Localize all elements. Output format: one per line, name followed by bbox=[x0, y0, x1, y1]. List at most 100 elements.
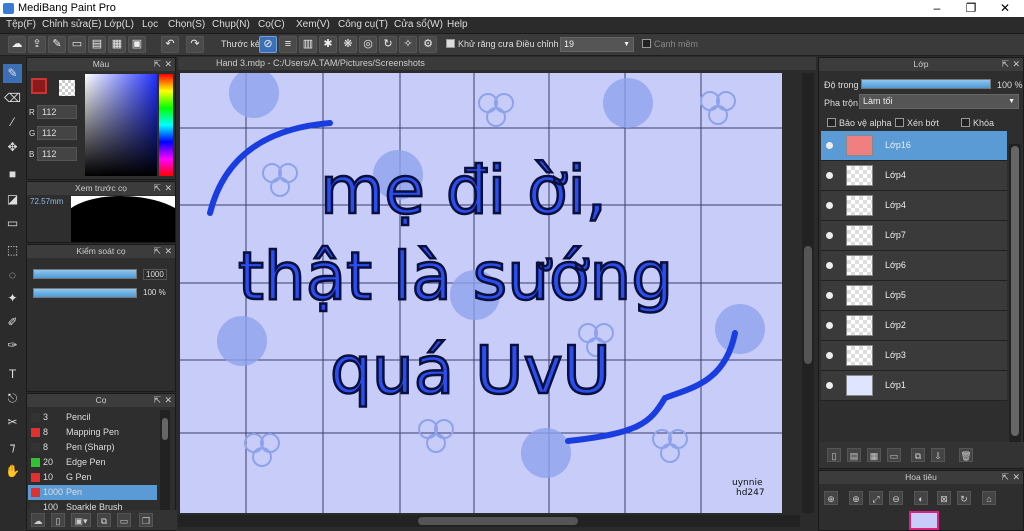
correction-select[interactable]: 19 ▼ bbox=[560, 37, 634, 52]
menu-brush[interactable]: Cọ(C) bbox=[258, 19, 285, 30]
navigator-thumbnail[interactable] bbox=[909, 511, 939, 530]
tiles-icon[interactable]: ▣ bbox=[128, 36, 146, 53]
layer-scroll-thumb[interactable] bbox=[1011, 146, 1019, 436]
brush-size-slider[interactable] bbox=[33, 269, 137, 279]
gradient-tool-icon[interactable]: ▭ bbox=[3, 214, 22, 233]
close-button[interactable]: ✕ bbox=[988, 0, 1022, 17]
add-brush-icon[interactable]: ▣▾ bbox=[71, 513, 91, 527]
popout-icon[interactable]: ⇱ bbox=[153, 245, 161, 258]
protect-alpha-checkbox[interactable] bbox=[827, 118, 836, 127]
close-icon[interactable]: ✕ bbox=[164, 245, 172, 258]
brush-tool-icon[interactable]: ✎ bbox=[3, 64, 22, 83]
close-icon[interactable]: ✕ bbox=[1012, 471, 1020, 484]
hand-tool-icon[interactable]: ✋ bbox=[3, 462, 22, 481]
select-tool-icon[interactable]: ⬚ bbox=[3, 241, 22, 260]
eye-icon[interactable] bbox=[826, 142, 833, 149]
radial-line-icon[interactable]: ❋ bbox=[339, 36, 357, 53]
green-input[interactable]: 112 bbox=[37, 126, 77, 140]
divide-tool-icon[interactable]: ✂ bbox=[3, 413, 22, 432]
canvas-horizontal-scrollbar[interactable] bbox=[178, 515, 800, 527]
close-icon[interactable]: ✕ bbox=[164, 182, 172, 195]
menu-window[interactable]: Cửa sổ(W) bbox=[394, 19, 443, 30]
select-pen-icon[interactable]: ✐ bbox=[3, 313, 22, 332]
upload-icon[interactable]: ⇪ bbox=[28, 36, 46, 53]
layer-row[interactable]: Lớp3 bbox=[821, 341, 1007, 371]
dot-tool-icon[interactable]: ⁄ bbox=[3, 113, 22, 132]
new-8bit-layer-icon[interactable]: ▦ bbox=[867, 448, 881, 462]
layer-row[interactable]: Lớp5 bbox=[821, 281, 1007, 311]
reset-icon[interactable]: ⌂ bbox=[982, 491, 996, 505]
popout-icon[interactable]: ⇱ bbox=[153, 58, 161, 71]
eye-icon[interactable] bbox=[826, 232, 833, 239]
curve-ruler-icon[interactable]: ↻ bbox=[379, 36, 397, 53]
antialias-checkbox[interactable] bbox=[446, 39, 455, 48]
menu-filter[interactable]: Lọc bbox=[142, 19, 158, 30]
parallel-ruler-icon[interactable]: ≡ bbox=[279, 36, 297, 53]
eye-icon[interactable] bbox=[826, 352, 833, 359]
brush-size-value[interactable]: 1000 bbox=[143, 269, 167, 280]
artwork-canvas[interactable]: mẹ đi ời, thật là sướng quá UvU uynnie h… bbox=[180, 73, 782, 513]
no-ruler-icon[interactable]: ⊘ bbox=[259, 36, 277, 53]
grid-icon[interactable]: ▦ bbox=[108, 36, 126, 53]
brush-list-scrollbar[interactable] bbox=[160, 410, 170, 510]
brush-list-scroll-thumb[interactable] bbox=[162, 418, 168, 440]
eye-icon[interactable] bbox=[826, 322, 833, 329]
horizontal-scroll-thumb[interactable] bbox=[418, 517, 578, 525]
radial-ruler-icon[interactable]: ✱ bbox=[319, 36, 337, 53]
select-eraser-icon[interactable]: ✑ bbox=[3, 336, 22, 355]
comment-icon[interactable]: ✎ bbox=[48, 36, 66, 53]
brush-list-item[interactable]: 10 G Pen bbox=[28, 470, 157, 485]
zoom-in-2-icon[interactable]: ⊕ bbox=[849, 491, 863, 505]
menu-layer[interactable]: Lớp(L) bbox=[104, 19, 134, 30]
duplicate-brush-icon[interactable]: ⧉ bbox=[97, 513, 111, 527]
perspective-icon[interactable]: ✧ bbox=[399, 36, 417, 53]
maximize-button[interactable]: ❐ bbox=[954, 0, 988, 17]
popout-icon[interactable]: ⇱ bbox=[1001, 471, 1009, 484]
settings-icon[interactable]: ⚙ bbox=[419, 36, 437, 53]
cloud-brush-icon[interactable]: ☁ bbox=[31, 513, 45, 527]
zoom-fit-icon[interactable]: ⤢ bbox=[869, 491, 883, 505]
fit-window-icon[interactable]: ⊠ bbox=[937, 491, 951, 505]
eraser-tool-icon[interactable]: ⌫ bbox=[3, 89, 22, 108]
brush-list-item[interactable]: 1000 Pen bbox=[28, 485, 157, 500]
move-tool-icon[interactable]: ✥ bbox=[3, 138, 22, 157]
soft-edge-checkbox[interactable] bbox=[642, 39, 651, 48]
layer-list-scrollbar[interactable] bbox=[1009, 144, 1021, 444]
flip-icon[interactable]: ◐ bbox=[914, 491, 928, 505]
close-icon[interactable]: ✕ bbox=[164, 58, 172, 71]
eye-icon[interactable] bbox=[826, 172, 833, 179]
brush-list-item[interactable]: 20 Edge Pen bbox=[28, 455, 157, 470]
layer-row[interactable]: Lớp2 bbox=[821, 311, 1007, 341]
layer-row[interactable]: Lớp4 bbox=[821, 161, 1007, 191]
rotate-icon[interactable]: ↻ bbox=[957, 491, 971, 505]
operation-tool-icon[interactable]: ⎋ bbox=[3, 389, 22, 408]
eye-icon[interactable] bbox=[826, 202, 833, 209]
layer-row[interactable]: Lớp7 bbox=[821, 221, 1007, 251]
popout-icon[interactable]: ⇱ bbox=[1001, 58, 1009, 71]
eye-icon[interactable] bbox=[826, 262, 833, 269]
new-layer-icon[interactable]: ▯ bbox=[827, 448, 841, 462]
blue-input[interactable]: 112 bbox=[37, 147, 77, 161]
folder-icon[interactable]: ▭ bbox=[887, 448, 901, 462]
close-icon[interactable]: ✕ bbox=[164, 394, 172, 407]
menu-snap[interactable]: Chụp(N) bbox=[212, 19, 250, 30]
close-icon[interactable]: ✕ bbox=[1012, 58, 1020, 71]
new-halftone-layer-icon[interactable]: ▤ bbox=[847, 448, 861, 462]
menu-help[interactable]: Help bbox=[447, 19, 468, 30]
undo-icon[interactable]: ↶ bbox=[161, 36, 179, 53]
cross-ruler-icon[interactable]: ▥ bbox=[299, 36, 317, 53]
brush-list-item[interactable]: 3 Pencil bbox=[28, 410, 157, 425]
layer-row[interactable]: Lớp4 bbox=[821, 191, 1007, 221]
vertical-scroll-thumb[interactable] bbox=[804, 246, 812, 364]
menu-file[interactable]: Tệp(F) bbox=[6, 19, 36, 30]
brush-opacity-slider[interactable] bbox=[33, 288, 137, 298]
red-input[interactable]: 112 bbox=[37, 105, 77, 119]
lock-checkbox[interactable] bbox=[961, 118, 970, 127]
menu-view[interactable]: Xem(V) bbox=[296, 19, 330, 30]
redo-icon[interactable]: ↷ bbox=[186, 36, 204, 53]
layer-row[interactable]: Lớp1 bbox=[821, 371, 1007, 401]
fill-tool-icon[interactable]: ◪ bbox=[3, 190, 22, 209]
brush-list-item[interactable]: 8 Mapping Pen bbox=[28, 425, 157, 440]
layer-row[interactable]: Lớp6 bbox=[821, 251, 1007, 281]
menu-edit[interactable]: Chỉnh sửa(E) bbox=[42, 19, 102, 30]
